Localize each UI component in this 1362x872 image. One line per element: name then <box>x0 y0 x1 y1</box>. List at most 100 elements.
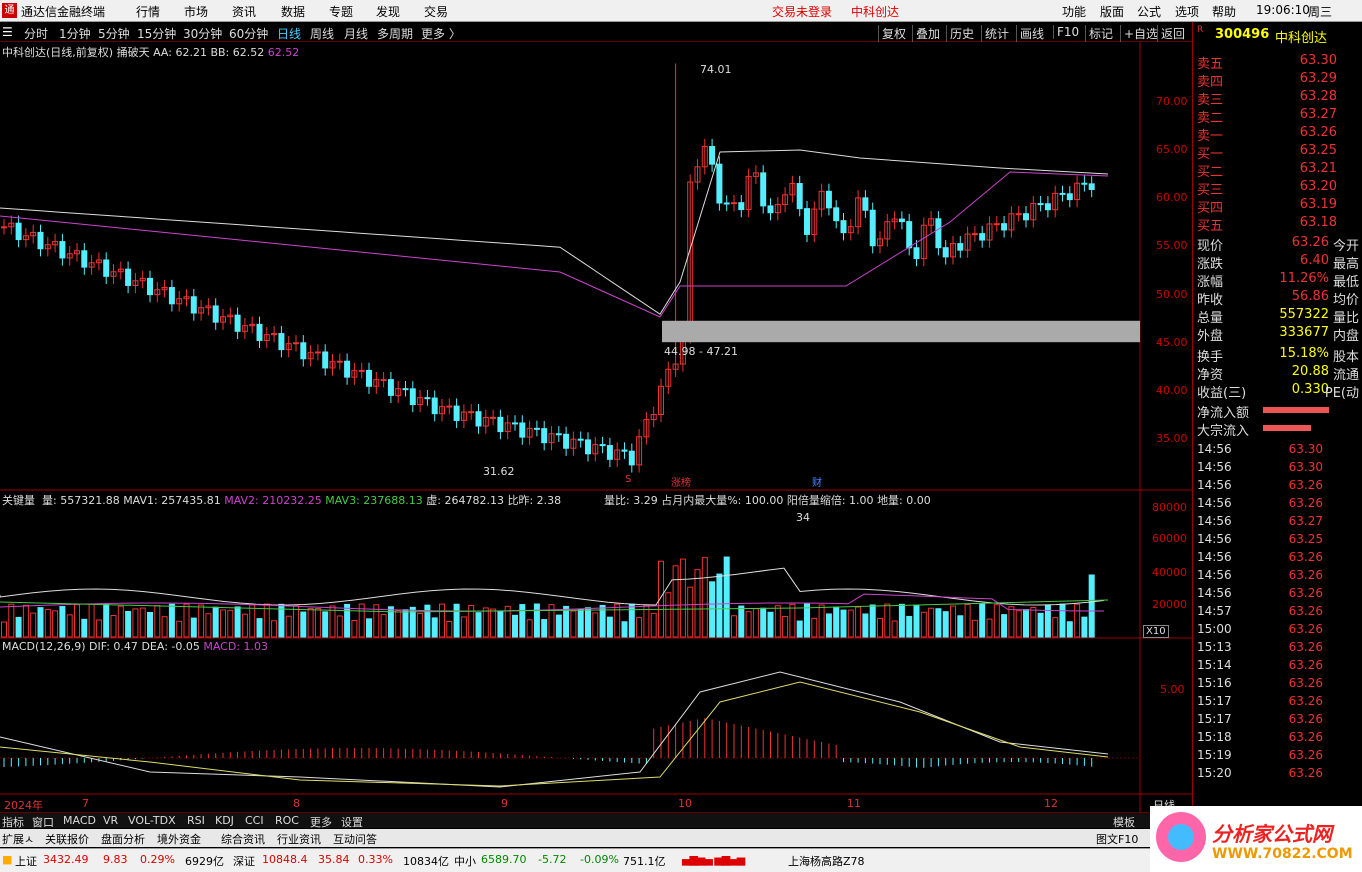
tab-settings[interactable]: 设置 <box>341 814 363 830</box>
buy-row-1: 买一 63.25 <box>1197 143 1359 162</box>
candle-body <box>913 247 920 260</box>
stat-row-3-label2: 均价 <box>1332 293 1359 308</box>
btn-fuquan[interactable]: 复权 <box>878 25 909 42</box>
period-15min[interactable]: 15分钟 <box>137 25 176 42</box>
tab-vol-tdx[interactable]: VOL-TDX <box>128 814 176 827</box>
flow-label-1: 大宗流入 <box>1197 424 1250 439</box>
volume-bar <box>271 620 278 638</box>
volume-bar <box>928 607 935 638</box>
tick-time: 14:56 <box>1197 460 1232 474</box>
mark-zhangbang[interactable]: 涨榜 <box>671 474 691 489</box>
menu-gongneng[interactable]: 功能 <box>1062 3 1086 20</box>
tab-guanlian[interactable]: 关联报价 <box>45 831 89 847</box>
sell-row-3-label: 卖三 <box>1197 93 1224 108</box>
btn-fanhui[interactable]: 返回 <box>1157 25 1188 42</box>
tab-cci[interactable]: CCI <box>245 814 264 827</box>
template-button[interactable]: 模板 <box>1113 814 1135 830</box>
btn-huaxian[interactable]: 画线 <box>1016 25 1047 42</box>
stat-row-1-value: 6.40 <box>1300 253 1329 268</box>
btn-lishi[interactable]: 历史 <box>946 25 977 42</box>
volume-bar <box>1001 614 1008 638</box>
y-label-35: 35.00 <box>1156 432 1188 445</box>
tab-zonghe[interactable]: 综合资讯 <box>221 831 265 847</box>
f10-button[interactable]: 图文F10 <box>1096 831 1138 847</box>
btn-biaoji[interactable]: 标记 <box>1085 25 1116 42</box>
sz-name[interactable]: 深证 <box>233 853 255 869</box>
sell-row-2-label: 卖二 <box>1197 111 1224 126</box>
candle-body <box>804 208 810 235</box>
stat-row-4-value: 557322 <box>1279 307 1329 322</box>
sh-name[interactable]: 上证 <box>15 853 37 869</box>
tab-rsi[interactable]: RSI <box>187 814 205 827</box>
server-name[interactable]: 上海杨高路Z78 <box>788 853 865 869</box>
menu-zixun[interactable]: 资讯 <box>232 3 256 20</box>
menu-banmian[interactable]: 版面 <box>1100 3 1124 20</box>
vol-y-80000: 80000 <box>1152 501 1187 514</box>
candle-body <box>898 218 905 223</box>
sz-amount: 10834亿 <box>403 855 449 868</box>
chart-area[interactable]: 中科创达(日线,前复权) 捅破天 AA: 62.21 BB: 62.52 62.… <box>0 42 1192 812</box>
btn-tongji[interactable]: 统计 <box>981 25 1012 42</box>
period-monthly[interactable]: 月线 <box>344 25 368 42</box>
btn-f10[interactable]: F10 <box>1053 25 1082 39</box>
period-multi[interactable]: 多周期 <box>377 25 413 42</box>
period-30min[interactable]: 30分钟 <box>183 25 222 42</box>
btn-diejia[interactable]: 叠加 <box>912 25 943 42</box>
menu-faxian[interactable]: 发现 <box>376 3 400 20</box>
sh-amount: 6929亿 <box>185 855 224 868</box>
candle-body <box>475 411 482 427</box>
tab-hangye[interactable]: 行业资讯 <box>277 831 321 847</box>
period-5min[interactable]: 5分钟 <box>98 25 130 42</box>
menu-bangzhu[interactable]: 帮助 <box>1212 3 1236 20</box>
tab-expand[interactable]: 扩展ㅅ <box>2 831 34 847</box>
tab-roc[interactable]: ROC <box>275 814 299 827</box>
menu-gongshi[interactable]: 公式 <box>1137 3 1161 20</box>
tab-macd[interactable]: MACD <box>63 814 96 827</box>
tab-zhibiao[interactable]: 指标 <box>2 814 24 830</box>
candle-body <box>796 183 803 210</box>
tab-vr[interactable]: VR <box>103 814 118 827</box>
tab-kdj[interactable]: KDJ <box>215 814 234 827</box>
tab-panmian[interactable]: 盘面分析 <box>101 831 145 847</box>
kline-chart-canvas[interactable] <box>0 42 1192 812</box>
menu-jiaoyi[interactable]: 交易 <box>424 3 448 20</box>
menu-zhuanti[interactable]: 专题 <box>329 3 353 20</box>
macd-value: MACD: 1.03 <box>203 640 269 653</box>
y-label-45: 45.00 <box>1156 336 1188 349</box>
period-1min[interactable]: 1分钟 <box>59 25 91 42</box>
mark-s[interactable]: S <box>625 474 631 485</box>
menu-shichang[interactable]: 市场 <box>184 3 208 20</box>
period-daily[interactable]: 日线 <box>277 25 301 42</box>
zx-value: 6589.70 <box>481 853 527 866</box>
volume-bar <box>679 558 686 638</box>
login-status[interactable]: 交易未登录 <box>772 3 832 20</box>
menu-shuju[interactable]: 数据 <box>281 3 305 20</box>
volume-bar <box>453 603 460 638</box>
tab-hudong[interactable]: 互动问答 <box>333 831 377 847</box>
period-60min[interactable]: 60分钟 <box>229 25 268 42</box>
tick-time: 14:57 <box>1197 604 1232 618</box>
tick-time: 15:19 <box>1197 748 1232 762</box>
tick-time: 14:56 <box>1197 586 1232 600</box>
period-more[interactable]: 更多 〉 <box>421 25 461 42</box>
candle-body <box>293 342 299 345</box>
period-weekly[interactable]: 周线 <box>310 25 334 42</box>
tab-jingwai[interactable]: 境外资金 <box>157 831 201 847</box>
tab-chuangkou[interactable]: 窗口 <box>32 814 54 830</box>
volume-bar <box>227 609 234 638</box>
tab-more[interactable]: 更多 <box>310 814 332 830</box>
candle-body <box>256 323 263 341</box>
menu-grid-icon[interactable]: ☰ <box>2 25 13 39</box>
candle-body <box>957 243 964 251</box>
period-fenshi[interactable]: 分时 <box>24 25 48 42</box>
menu-hangqing[interactable]: 行情 <box>136 3 160 20</box>
candle-body <box>431 397 438 415</box>
zx-name[interactable]: 中小 <box>454 853 476 869</box>
volume-bar <box>971 619 978 638</box>
mark-cai[interactable]: 财 <box>812 474 822 489</box>
buy-row-2: 买二 63.21 <box>1197 161 1359 180</box>
volume-bar <box>862 613 869 638</box>
btn-zixuan[interactable]: +自选 <box>1120 25 1161 42</box>
menu-xuanxiang[interactable]: 选项 <box>1175 3 1199 20</box>
volume-bar <box>74 604 80 638</box>
